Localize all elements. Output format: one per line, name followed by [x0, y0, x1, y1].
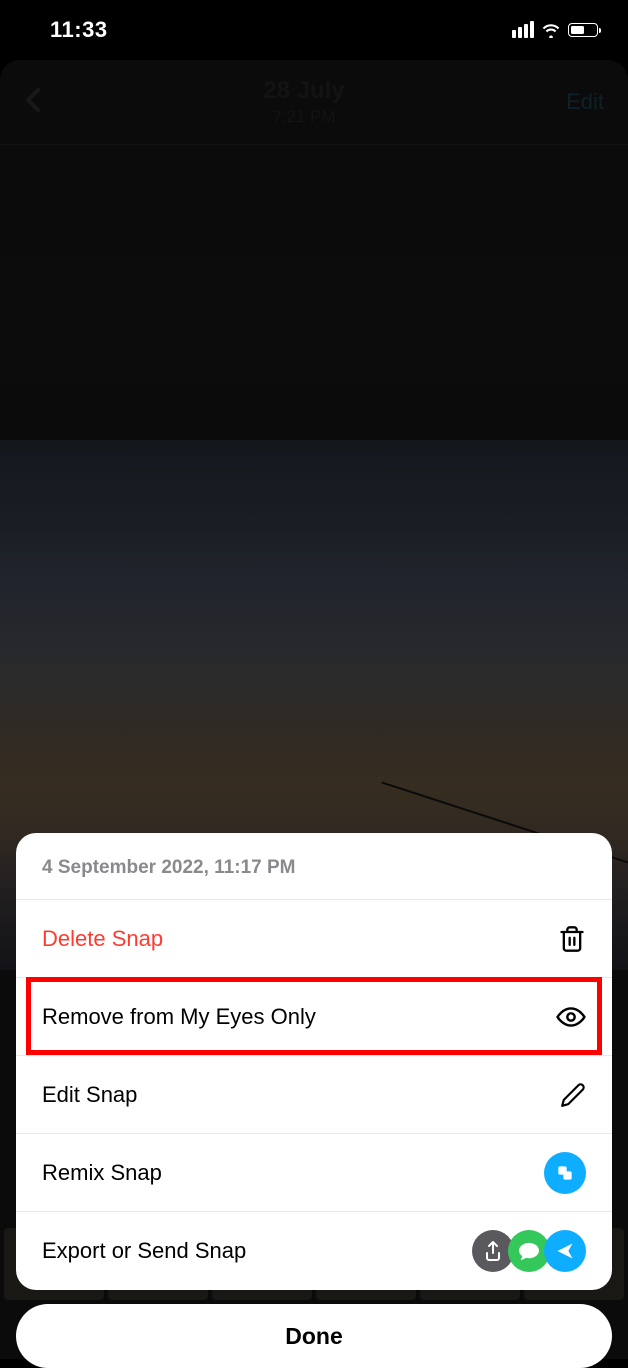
status-time: 11:33: [50, 17, 108, 43]
remix-snap-row[interactable]: Remix Snap: [16, 1134, 612, 1212]
sheet-timestamp: 4 September 2022, 11:17 PM: [16, 833, 612, 900]
edit-snap-row[interactable]: Edit Snap: [16, 1056, 612, 1134]
send-icon: [544, 1230, 586, 1272]
pencil-icon: [560, 1082, 586, 1108]
done-button[interactable]: Done: [16, 1304, 612, 1368]
wifi-icon: [541, 22, 561, 38]
remove-eyes-only-row[interactable]: Remove from My Eyes Only: [16, 978, 612, 1056]
export-send-row[interactable]: Export or Send Snap: [16, 1212, 612, 1290]
app-content: 28 July 7:21 PM Edit 4 September 2022, 1…: [0, 60, 628, 1359]
eye-icon: [556, 1006, 586, 1028]
delete-snap-label: Delete Snap: [42, 926, 163, 952]
export-send-label: Export or Send Snap: [42, 1238, 246, 1264]
remove-eyes-only-label: Remove from My Eyes Only: [42, 1004, 316, 1030]
trash-icon: [558, 925, 586, 953]
edit-snap-label: Edit Snap: [42, 1082, 137, 1108]
status-bar: 11:33: [0, 0, 628, 55]
action-sheet: 4 September 2022, 11:17 PM Delete Snap R…: [16, 833, 612, 1290]
status-icons: [512, 21, 598, 38]
export-icons-group: [472, 1230, 586, 1272]
battery-icon: [568, 23, 598, 37]
signal-icon: [512, 21, 534, 38]
home-indicator[interactable]: [224, 1344, 404, 1349]
delete-snap-row[interactable]: Delete Snap: [16, 900, 612, 978]
remix-snap-label: Remix Snap: [42, 1160, 162, 1186]
remix-icon: [544, 1152, 586, 1194]
